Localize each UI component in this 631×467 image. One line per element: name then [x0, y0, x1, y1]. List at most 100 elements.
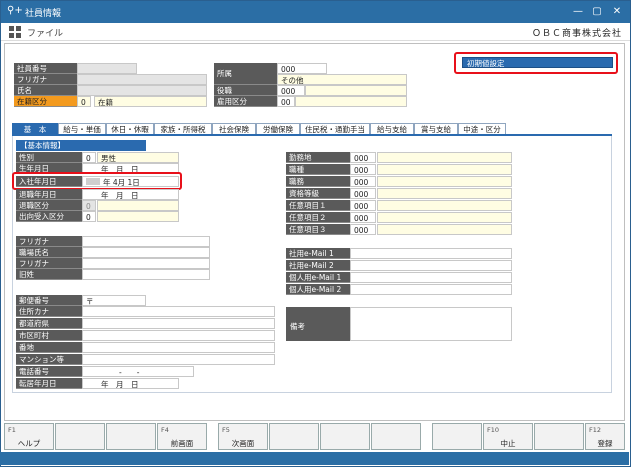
f4-prev-screen-button[interactable]: F4 前画面	[157, 423, 207, 450]
f6-button[interactable]	[269, 423, 319, 450]
f10-cancel-button[interactable]: F10 中止	[483, 423, 533, 450]
work-email1-label: 社用e-Mail 1	[286, 248, 350, 259]
job-name-label: 職場氏名	[16, 247, 82, 258]
old-name-label: 旧姓	[16, 269, 82, 280]
kana2-field[interactable]	[82, 258, 210, 269]
prefecture-field[interactable]	[82, 318, 275, 329]
position-code-field[interactable]: 000	[277, 85, 305, 96]
street-label: 番地	[16, 342, 82, 353]
f1-help-button[interactable]: F1 ヘルプ	[4, 423, 54, 450]
city-label: 市区町村	[16, 330, 82, 341]
workplace-label: 勤務地	[286, 152, 350, 163]
kana-field[interactable]	[82, 236, 210, 247]
work-email2-label: 社用e-Mail 2	[286, 260, 350, 271]
optional2-code-field[interactable]: 000	[350, 212, 376, 223]
building-field[interactable]	[82, 354, 275, 365]
status-code-field[interactable]: 0	[77, 96, 91, 107]
move-date-label: 転居年月日	[16, 378, 82, 389]
f12-register-button[interactable]: F12 登録	[585, 423, 625, 450]
f8-button[interactable]	[371, 423, 421, 450]
furigana-label: フリガナ	[14, 74, 77, 85]
retire-type-field[interactable]: 0	[82, 200, 96, 211]
optional3-label: 任意項目３	[286, 224, 350, 235]
gender-label: 性別	[16, 152, 82, 163]
memo-field[interactable]	[350, 307, 512, 341]
close-button[interactable]: ✕	[608, 4, 626, 20]
f11-button[interactable]	[534, 423, 584, 450]
city-field[interactable]	[82, 330, 275, 341]
workplace-name	[377, 152, 512, 163]
name-label: 氏名	[14, 85, 77, 96]
window-title: 社員情報	[25, 9, 62, 19]
job-type-label: 職種	[286, 164, 350, 175]
employment-name	[295, 96, 407, 107]
optional1-label: 任意項目１	[286, 200, 350, 211]
f2-button[interactable]	[55, 423, 105, 450]
grade-code-field[interactable]: 000	[350, 188, 376, 199]
section-header: 【基本情報】	[16, 140, 146, 151]
retire-date-field[interactable]: 年 月 日	[82, 189, 179, 200]
building-label: マンション等	[16, 354, 82, 365]
employee-no-field[interactable]	[77, 63, 137, 74]
menu-bar: ファイル ＯＢＣ商事株式会社	[1, 23, 630, 41]
street-field[interactable]	[82, 342, 275, 353]
job-title-name	[377, 176, 512, 187]
position-name	[305, 85, 407, 96]
secondment-text	[97, 211, 179, 222]
grade-name	[377, 188, 512, 199]
retire-type-label: 退職区分	[16, 200, 82, 211]
personal-email1-field[interactable]	[350, 272, 512, 283]
personal-email1-label: 個人用e-Mail 1	[286, 272, 350, 283]
job-type-name	[377, 164, 512, 175]
address-kana-field[interactable]	[82, 306, 275, 317]
optional3-code-field[interactable]: 000	[350, 224, 376, 235]
secondment-field[interactable]: 0	[82, 211, 96, 222]
job-type-code-field[interactable]: 000	[350, 164, 376, 175]
retire-date-label: 退職年月日	[16, 189, 82, 200]
work-email2-field[interactable]	[350, 260, 512, 271]
dept-code-field[interactable]: 000	[277, 63, 327, 74]
phone-field[interactable]: - -	[82, 366, 194, 377]
employment-code-field[interactable]: 00	[277, 96, 295, 107]
memo-label: 備考	[286, 307, 350, 341]
employee-no-label: 社員番号	[14, 63, 77, 74]
title-bar: ⚲+ 社員情報 — ▢ ✕	[1, 1, 630, 23]
search-plus-icon: ⚲+	[7, 5, 23, 16]
highlight-init-button	[454, 52, 618, 74]
maximize-button[interactable]: ▢	[588, 4, 606, 20]
workplace-code-field[interactable]: 000	[350, 152, 376, 163]
status-text: 在籍	[94, 96, 207, 107]
work-email1-field[interactable]	[350, 248, 512, 259]
furigana-field[interactable]	[77, 74, 207, 85]
phone-label: 電話番号	[16, 366, 82, 377]
highlight-hire-date	[12, 172, 182, 190]
postal-field[interactable]: 〒	[82, 295, 146, 306]
old-name-field[interactable]	[82, 269, 210, 280]
employment-label: 雇用区分	[214, 96, 277, 107]
name-field[interactable]	[77, 85, 207, 96]
gender-code-field[interactable]: 0	[82, 152, 96, 163]
f7-button[interactable]	[320, 423, 370, 450]
postal-label: 郵便番号	[16, 295, 82, 306]
move-date-field[interactable]: 年 月 日	[82, 378, 179, 389]
menu-file[interactable]: ファイル	[27, 26, 63, 39]
job-name-field[interactable]	[82, 247, 210, 258]
personal-email2-label: 個人用e-Mail 2	[286, 284, 350, 295]
dept-label: 所属	[214, 63, 277, 85]
f5-next-screen-button[interactable]: F5 次画面	[218, 423, 268, 450]
retire-type-text	[97, 200, 179, 211]
job-title-label: 職務	[286, 176, 350, 187]
f9-button[interactable]	[432, 423, 482, 450]
prefecture-label: 都道府県	[16, 318, 82, 329]
job-title-code-field[interactable]: 000	[350, 176, 376, 187]
optional1-code-field[interactable]: 000	[350, 200, 376, 211]
dept-name: その他	[277, 74, 407, 85]
kana2-label: フリガナ	[16, 258, 82, 269]
f3-button[interactable]	[106, 423, 156, 450]
position-label: 役職	[214, 85, 277, 96]
secondment-label: 出向受入区分	[16, 211, 82, 222]
grid-menu-icon[interactable]	[9, 26, 21, 38]
minimize-button[interactable]: —	[569, 4, 587, 20]
kana-label: フリガナ	[16, 236, 82, 247]
personal-email2-field[interactable]	[350, 284, 512, 295]
